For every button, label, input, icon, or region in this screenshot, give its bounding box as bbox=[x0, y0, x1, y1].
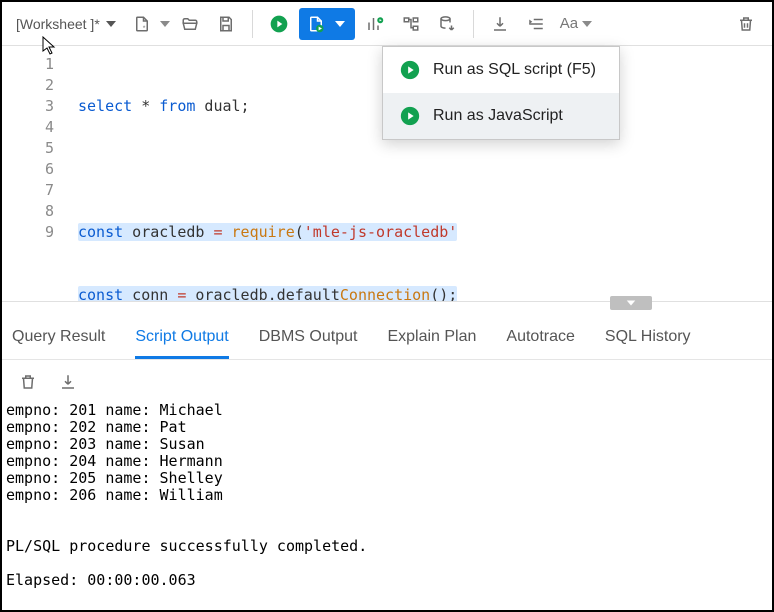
download-button[interactable] bbox=[484, 8, 516, 40]
chart-play-icon bbox=[366, 15, 384, 33]
resize-grip-icon[interactable] bbox=[610, 296, 652, 310]
clear-button[interactable] bbox=[730, 8, 762, 40]
new-worksheet-button[interactable]: * bbox=[126, 8, 158, 40]
toolbar-separator bbox=[473, 10, 474, 38]
open-button[interactable] bbox=[174, 8, 206, 40]
panel-resize-handle[interactable] bbox=[2, 302, 772, 314]
font-size-button[interactable]: Aa bbox=[556, 8, 596, 40]
line-number: 8 bbox=[2, 201, 54, 222]
tab-dbms-output[interactable]: DBMS Output bbox=[259, 328, 358, 359]
save-icon bbox=[217, 15, 235, 33]
trash-icon bbox=[737, 14, 755, 34]
worksheet-title-dropdown[interactable]: [Worksheet ]* bbox=[12, 16, 122, 32]
line-number: 7 bbox=[2, 180, 54, 201]
run-script-menu: Run as SQL script (F5) Run as JavaScript bbox=[382, 46, 620, 140]
run-as-sql-label: Run as SQL script (F5) bbox=[433, 61, 596, 79]
caret-down-icon bbox=[106, 21, 116, 27]
db-download-icon bbox=[438, 15, 456, 33]
run-statement-button[interactable] bbox=[263, 8, 295, 40]
play-icon bbox=[399, 105, 421, 127]
save-button[interactable] bbox=[210, 8, 242, 40]
run-as-js-label: Run as JavaScript bbox=[433, 107, 563, 125]
code-line: const oracledb = require('mle-js-oracled… bbox=[78, 222, 764, 243]
folder-open-icon bbox=[181, 15, 199, 33]
download-output-button[interactable] bbox=[56, 370, 80, 394]
autotrace-button[interactable] bbox=[395, 8, 427, 40]
line-number: 1 bbox=[2, 54, 54, 75]
code-line bbox=[78, 159, 764, 180]
line-number: 2 bbox=[2, 75, 54, 96]
script-output[interactable]: empno: 201 name: Michael empno: 202 name… bbox=[2, 398, 772, 610]
output-toolbar bbox=[2, 360, 772, 398]
line-number: 9 bbox=[2, 222, 54, 243]
tab-query-result[interactable]: Query Result bbox=[12, 328, 105, 359]
line-number: 4 bbox=[2, 117, 54, 138]
code-line: const conn = oracledb.defaultConnection(… bbox=[78, 285, 764, 302]
run-script-caret-icon bbox=[335, 21, 345, 27]
new-worksheet-caret-icon[interactable] bbox=[160, 21, 170, 27]
play-icon bbox=[269, 14, 289, 34]
tab-autotrace[interactable]: Autotrace bbox=[506, 328, 574, 359]
run-as-js-item[interactable]: Run as JavaScript bbox=[383, 93, 619, 139]
results-tabs: Query Result Script Output DBMS Output E… bbox=[2, 314, 772, 360]
run-as-sql-item[interactable]: Run as SQL script (F5) bbox=[383, 47, 619, 93]
clear-output-button[interactable] bbox=[16, 370, 40, 394]
explain-plan-button[interactable] bbox=[359, 8, 391, 40]
svg-text:*: * bbox=[143, 25, 146, 32]
download-icon bbox=[59, 373, 77, 391]
line-number: 3 bbox=[2, 96, 54, 117]
trash-icon bbox=[19, 372, 37, 392]
indent-icon bbox=[527, 15, 545, 33]
tab-explain-plan[interactable]: Explain Plan bbox=[387, 328, 476, 359]
run-script-split-button[interactable] bbox=[299, 8, 355, 40]
caret-down-icon bbox=[582, 21, 592, 27]
download-results-button[interactable] bbox=[431, 8, 463, 40]
toolbar-separator bbox=[252, 10, 253, 38]
line-number: 5 bbox=[2, 138, 54, 159]
tab-sql-history[interactable]: SQL History bbox=[605, 328, 691, 359]
worksheet-title-text: [Worksheet ]* bbox=[16, 16, 100, 32]
format-button[interactable] bbox=[520, 8, 552, 40]
play-icon bbox=[399, 59, 421, 81]
editor-gutter: 1 2 3 4 5 6 7 8 9 bbox=[2, 46, 66, 301]
download-icon bbox=[491, 15, 509, 33]
line-number: 6 bbox=[2, 159, 54, 180]
worksheet-toolbar: [Worksheet ]* * bbox=[2, 2, 772, 46]
run-script-icon bbox=[307, 15, 325, 33]
sql-worksheet-window: [Worksheet ]* * bbox=[0, 0, 774, 612]
font-aa-icon: Aa bbox=[560, 15, 578, 32]
file-plus-icon: * bbox=[133, 15, 151, 33]
tab-script-output[interactable]: Script Output bbox=[135, 328, 228, 359]
tree-icon bbox=[402, 15, 420, 33]
